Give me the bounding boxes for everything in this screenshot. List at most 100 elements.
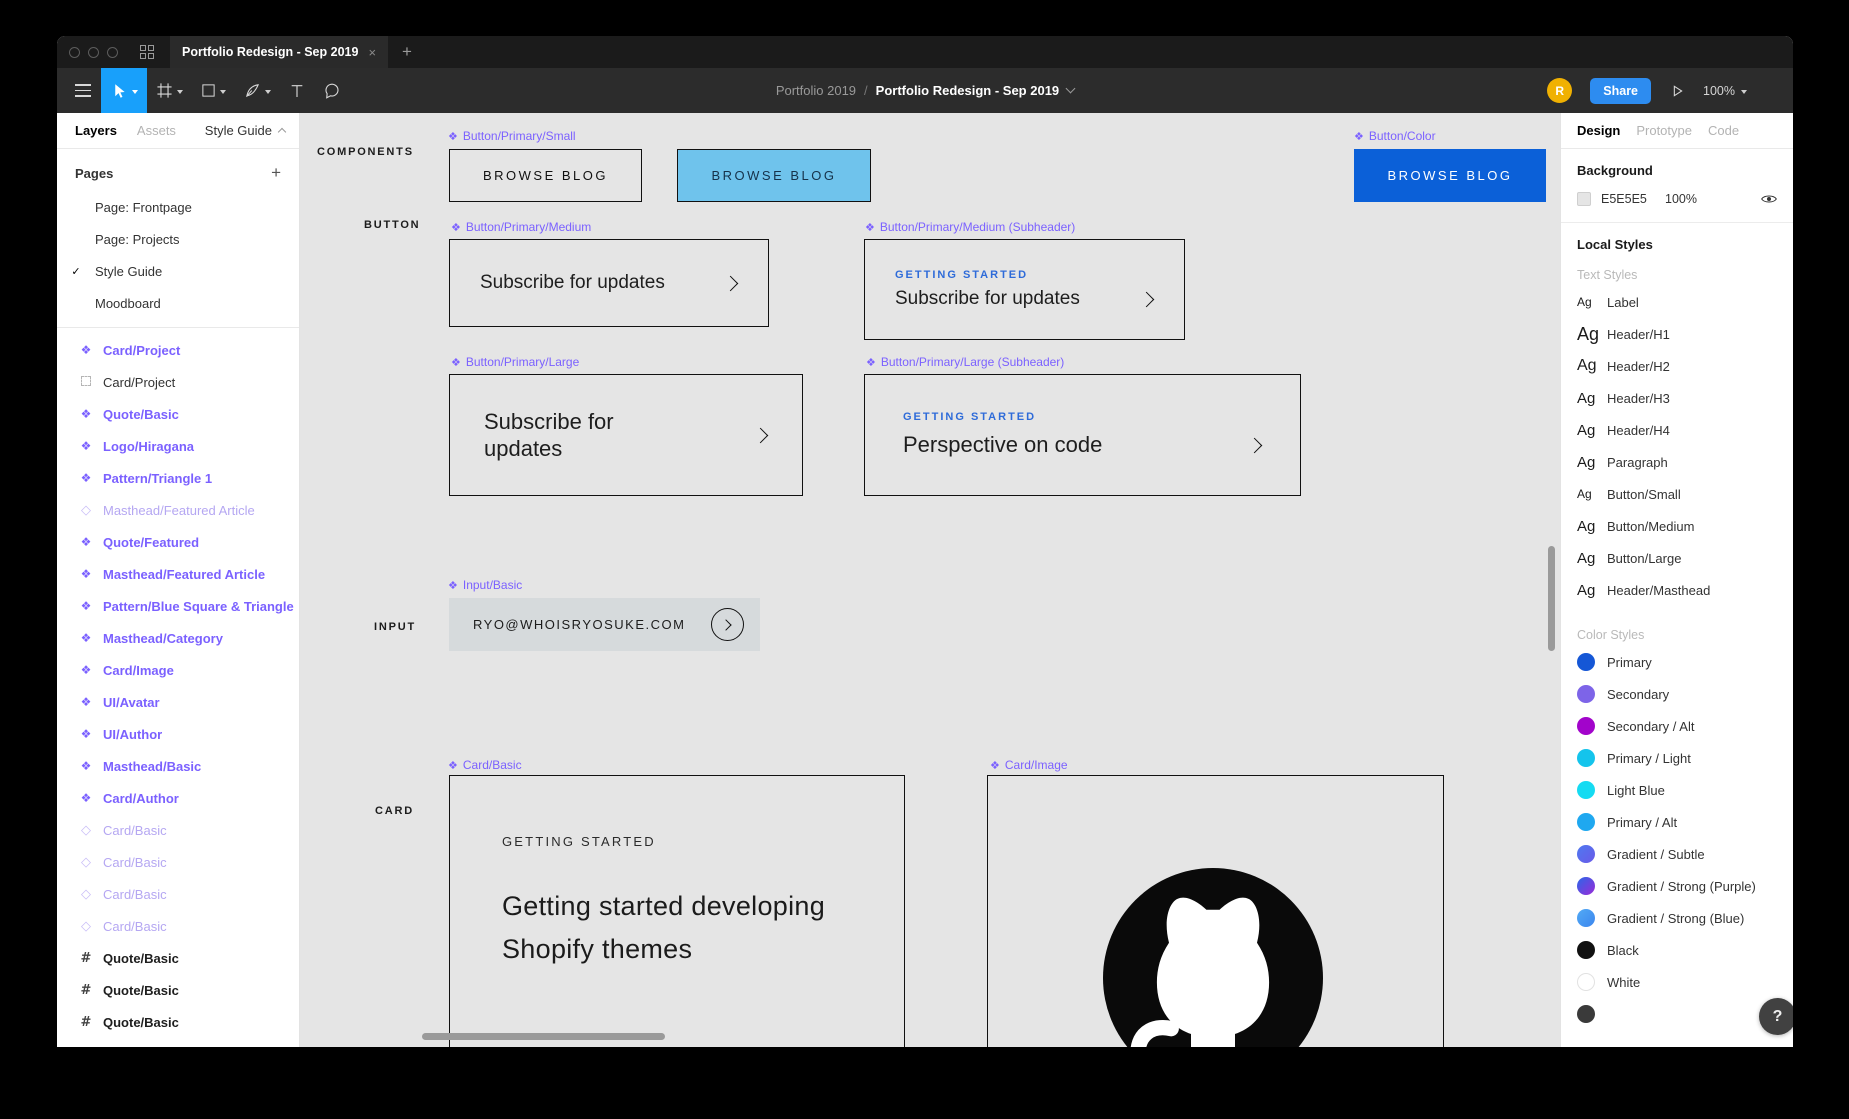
color-style-row[interactable]: Primary / Light (1561, 742, 1793, 774)
layer-item[interactable]: ◇Card/Basic (57, 910, 299, 942)
layer-item[interactable]: #Quote/Basic (57, 974, 299, 1006)
shape-tool-button[interactable] (192, 68, 235, 113)
color-style-row[interactable]: Black (1561, 934, 1793, 966)
close-tab-icon[interactable]: × (368, 45, 376, 60)
vertical-scrollbar[interactable] (1548, 546, 1555, 651)
share-button[interactable]: Share (1590, 78, 1651, 104)
present-icon[interactable] (1669, 83, 1685, 99)
chevron-down-icon[interactable] (220, 90, 226, 94)
layer-item[interactable]: ❖Masthead/Category (57, 622, 299, 654)
pen-tool-button[interactable] (235, 68, 280, 113)
page-switcher[interactable]: Style Guide (205, 123, 285, 138)
canvas[interactable]: COMPONENTS BUTTON INPUT CARD ❖ Button/Pr… (300, 113, 1560, 1047)
horizontal-scrollbar[interactable] (422, 1033, 665, 1040)
layer-item[interactable]: ❖UI/Author (57, 718, 299, 750)
color-style-row[interactable]: Gradient / Subtle (1561, 838, 1793, 870)
layer-item[interactable]: ◇Card/Basic (57, 846, 299, 878)
frame-label-button-large[interactable]: ❖ Button/Primary/Large (451, 355, 579, 369)
frame-label-card-basic[interactable]: ❖ Card/Basic (448, 758, 522, 772)
layer-item[interactable]: ❖Card/Image (57, 654, 299, 686)
tab-assets[interactable]: Assets (137, 123, 176, 138)
tab-code[interactable]: Code (1708, 123, 1739, 138)
button-primary-small-hover[interactable]: BROWSE BLOG (677, 149, 871, 202)
tab-design[interactable]: Design (1577, 123, 1620, 138)
frame-label-card-image[interactable]: ❖ Card/Image (990, 758, 1068, 772)
button-primary-small[interactable]: BROWSE BLOG (449, 149, 642, 202)
text-style-row[interactable]: AgHeader/H2 (1561, 350, 1793, 382)
breadcrumb-file-name[interactable]: Portfolio Redesign - Sep 2019 (876, 83, 1060, 98)
frame-tool-button[interactable] (147, 68, 192, 113)
card-basic[interactable]: GETTING STARTED Getting started developi… (449, 775, 905, 1047)
button-primary-large-subheader[interactable]: GETTING STARTED Perspective on code (864, 374, 1301, 496)
layer-item[interactable]: ❖Quote/Featured (57, 526, 299, 558)
layer-item[interactable]: ❖Pattern/Triangle 1 (57, 462, 299, 494)
layer-item[interactable]: #Quote/Basic (57, 942, 299, 974)
tab-layers[interactable]: Layers (75, 123, 117, 138)
text-style-row[interactable]: AgButton/Medium (1561, 510, 1793, 542)
home-grid-icon[interactable] (140, 45, 154, 59)
close-window-icon[interactable] (69, 47, 80, 58)
frame-label-button-large-subheader[interactable]: ❖ Button/Primary/Large (Subheader) (866, 355, 1064, 369)
color-style-row[interactable]: Gradient / Strong (Blue) (1561, 902, 1793, 934)
breadcrumb-project[interactable]: Portfolio 2019 (776, 83, 856, 98)
layer-item[interactable]: ◇Card/Basic (57, 814, 299, 846)
avatar[interactable]: R (1547, 78, 1572, 103)
text-style-row[interactable]: AgParagraph (1561, 446, 1793, 478)
frame-label-button-small[interactable]: ❖ Button/Primary/Small (448, 129, 576, 143)
input-basic[interactable]: RYO@WHOISRYOSUKE.COM (449, 598, 760, 651)
chevron-down-icon[interactable] (265, 90, 271, 94)
visibility-eye-icon[interactable] (1761, 193, 1777, 205)
tab-prototype[interactable]: Prototype (1636, 123, 1692, 138)
zoom-control[interactable]: 100% (1703, 84, 1747, 98)
layer-item[interactable]: Card/Project (57, 366, 299, 398)
new-tab-button[interactable]: + (402, 42, 412, 62)
layer-item[interactable]: ❖Logo/Hiragana (57, 430, 299, 462)
layer-item[interactable]: ◇Masthead/Featured Article (57, 494, 299, 526)
text-style-row[interactable]: AgHeader/H1 (1561, 318, 1793, 350)
button-primary-medium[interactable]: Subscribe for updates (449, 239, 769, 327)
frame-label-input-basic[interactable]: ❖ Input/Basic (448, 578, 522, 592)
add-page-button[interactable]: + (271, 163, 281, 183)
chevron-down-icon[interactable] (132, 90, 138, 94)
layer-item[interactable]: #Quote/Basic (57, 1006, 299, 1038)
text-style-row[interactable]: AgLabel (1561, 286, 1793, 318)
button-color[interactable]: BROWSE BLOG (1354, 149, 1546, 202)
page-item[interactable]: Page: Projects (57, 223, 299, 255)
color-style-row[interactable]: White (1561, 966, 1793, 998)
chevron-down-icon[interactable] (1066, 84, 1076, 94)
text-style-row[interactable]: AgButton/Small (1561, 478, 1793, 510)
layer-item[interactable]: ◇Card/Basic (57, 878, 299, 910)
text-style-row[interactable]: AgHeader/Masthead (1561, 574, 1793, 606)
page-item[interactable]: Page: Frontpage (57, 191, 299, 223)
main-menu-button[interactable] (65, 68, 101, 113)
maximize-window-icon[interactable] (107, 47, 118, 58)
frame-label-button-medium-subheader[interactable]: ❖ Button/Primary/Medium (Subheader) (865, 220, 1075, 234)
layer-item[interactable]: ❖Masthead/Featured Article (57, 558, 299, 590)
button-primary-large[interactable]: Subscribe for updates (449, 374, 803, 496)
comment-tool-button[interactable] (314, 68, 350, 113)
file-tab[interactable]: Portfolio Redesign - Sep 2019 × (170, 36, 388, 68)
frame-label-button-medium[interactable]: ❖ Button/Primary/Medium (451, 220, 591, 234)
minimize-window-icon[interactable] (88, 47, 99, 58)
layer-item[interactable]: ❖UI/Avatar (57, 686, 299, 718)
text-style-row[interactable]: AgHeader/H4 (1561, 414, 1793, 446)
color-style-row[interactable]: Light Blue (1561, 774, 1793, 806)
color-style-row[interactable]: Primary (1561, 646, 1793, 678)
background-color-swatch[interactable] (1577, 192, 1591, 206)
chevron-down-icon[interactable] (177, 90, 183, 94)
submit-arrow-button[interactable] (711, 608, 744, 641)
layer-item[interactable]: ❖Card/Author (57, 782, 299, 814)
layer-item[interactable]: ❖Masthead/Basic (57, 750, 299, 782)
layer-item[interactable]: ❖Pattern/Blue Square & Triangle (57, 590, 299, 622)
color-style-row[interactable]: Primary / Alt (1561, 806, 1793, 838)
page-item[interactable]: Moodboard (57, 287, 299, 319)
move-tool-button[interactable] (101, 68, 147, 113)
background-opacity-value[interactable]: 100% (1665, 192, 1697, 206)
text-style-row[interactable]: AgButton/Large (1561, 542, 1793, 574)
color-style-row[interactable]: Secondary / Alt (1561, 710, 1793, 742)
color-style-row[interactable]: Secondary (1561, 678, 1793, 710)
layer-item[interactable]: ❖Card/Project (57, 334, 299, 366)
background-hex-value[interactable]: E5E5E5 (1601, 192, 1665, 206)
help-button[interactable]: ? (1759, 998, 1793, 1035)
layer-item[interactable]: ❖Quote/Basic (57, 398, 299, 430)
